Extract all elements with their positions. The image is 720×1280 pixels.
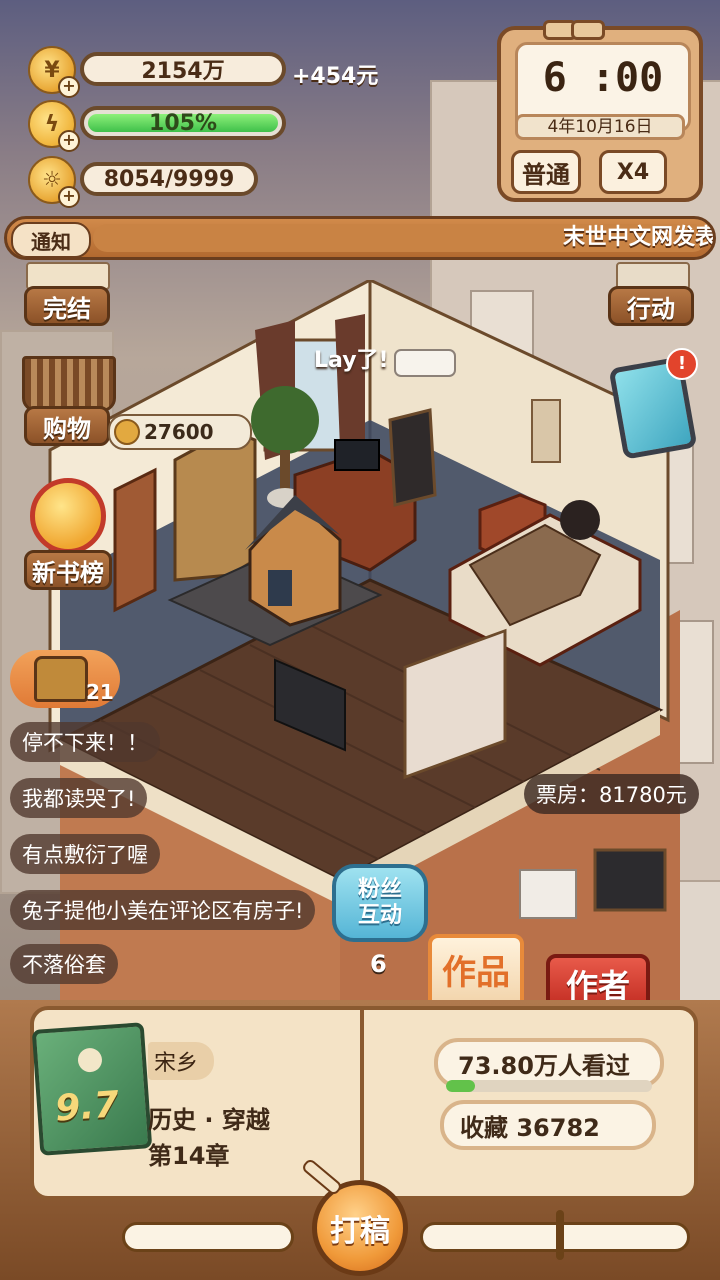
book-cover-figure-icon [77, 1047, 103, 1073]
coins-bar: 2154万 [80, 52, 286, 86]
book-genre: 历史 · 穿越 [148, 1106, 270, 1134]
lightbulb-icon[interactable]: ☼ + [28, 156, 80, 208]
viewers-progress-track [446, 1080, 652, 1092]
chat-message: 我都读哭了! [10, 778, 148, 818]
favorites-stat: 收藏 36782 [440, 1100, 656, 1150]
box-office-label: 票房：81780元 [524, 774, 699, 814]
clock-bell-right [571, 20, 605, 40]
chat-message: 有点敷衍了喔 [10, 834, 160, 874]
write-draft-button[interactable]: 打稿 [312, 1180, 408, 1276]
coin-balance-badge: 27600 [108, 414, 252, 450]
finish-button[interactable]: 完结 [24, 286, 110, 326]
add-coins-icon[interactable]: + [58, 76, 80, 98]
add-energy-icon[interactable]: + [58, 130, 80, 152]
right-progress-track [420, 1222, 690, 1252]
notification-text: 末世中文网发表 [563, 225, 716, 250]
tab-works-label: 作品 [442, 952, 510, 993]
speed-mode-button[interactable]: 普通 [511, 150, 581, 194]
treasure-chest-icon [34, 656, 88, 702]
notification-bar[interactable]: 通知 末世中文网发表 [4, 216, 716, 260]
treasure-chest-button[interactable]: 21 [10, 650, 120, 708]
chest-count: 21 [86, 680, 114, 704]
action-button[interactable]: 行动 [608, 286, 694, 326]
speed-multiplier-button[interactable]: X4 [599, 150, 667, 194]
tab-works[interactable]: 作品 [428, 934, 524, 1004]
left-progress-track [122, 1222, 294, 1252]
small-coin-icon [114, 419, 140, 445]
book-author-name: 宋乡 [154, 1051, 199, 1076]
quill-icon [556, 1210, 564, 1260]
fan-interaction-count: 6 [370, 950, 387, 978]
lightning-icon[interactable]: ϟ + [28, 100, 80, 152]
new-book-ranking-button[interactable]: 新书榜 [24, 550, 112, 590]
favorites-value: 收藏 36782 [460, 1113, 600, 1142]
clock-time: 6 :00 [542, 55, 664, 101]
coin-icon[interactable]: ¥ + [28, 46, 80, 98]
chat-message: 不落俗套 [10, 944, 118, 984]
chat-message: 停不下来！！ [10, 722, 160, 762]
notification-track: 末世中文网发表 [93, 224, 713, 252]
coins-income: +454元 [292, 64, 379, 89]
medal-icon[interactable] [30, 478, 106, 554]
viewers-progress-fill [446, 1080, 475, 1092]
fan-interaction-label: 粉丝互动 [357, 877, 402, 928]
coins-value: 2154万 [141, 59, 225, 84]
coin-balance-value: 27600 [144, 420, 214, 444]
character-speech: Lay了! [314, 348, 389, 373]
ideas-value: 8054/9999 [103, 166, 235, 192]
energy-value: 105% [149, 110, 217, 136]
viewers-value: 73.80万人看过 [458, 1051, 630, 1080]
add-ideas-icon[interactable]: + [58, 186, 80, 208]
shopping-basket-icon [22, 356, 116, 412]
shop-button[interactable]: 购物 [24, 406, 110, 446]
clock-date: 4年10月16日 [515, 114, 685, 140]
book-cover[interactable]: 9.7 [31, 1022, 153, 1156]
chat-message: 兔子提他小美在评论区有房子! [10, 890, 316, 930]
alert-badge-icon[interactable]: ! [666, 348, 698, 380]
ideas-bar: 8054/9999 [80, 162, 258, 196]
write-draft-label: 打稿 [330, 1214, 390, 1249]
fan-interaction-button[interactable]: 粉丝互动 [332, 864, 428, 942]
book-author: 宋乡 [148, 1042, 214, 1080]
book-chapter: 第14章 [148, 1142, 230, 1170]
book-score: 9.7 [53, 1084, 121, 1130]
energy-bar: 105% [80, 106, 286, 140]
game-clock: 6 :00 4年10月16日 普通 X4 [497, 20, 703, 202]
notification-label: 通知 [11, 222, 91, 257]
